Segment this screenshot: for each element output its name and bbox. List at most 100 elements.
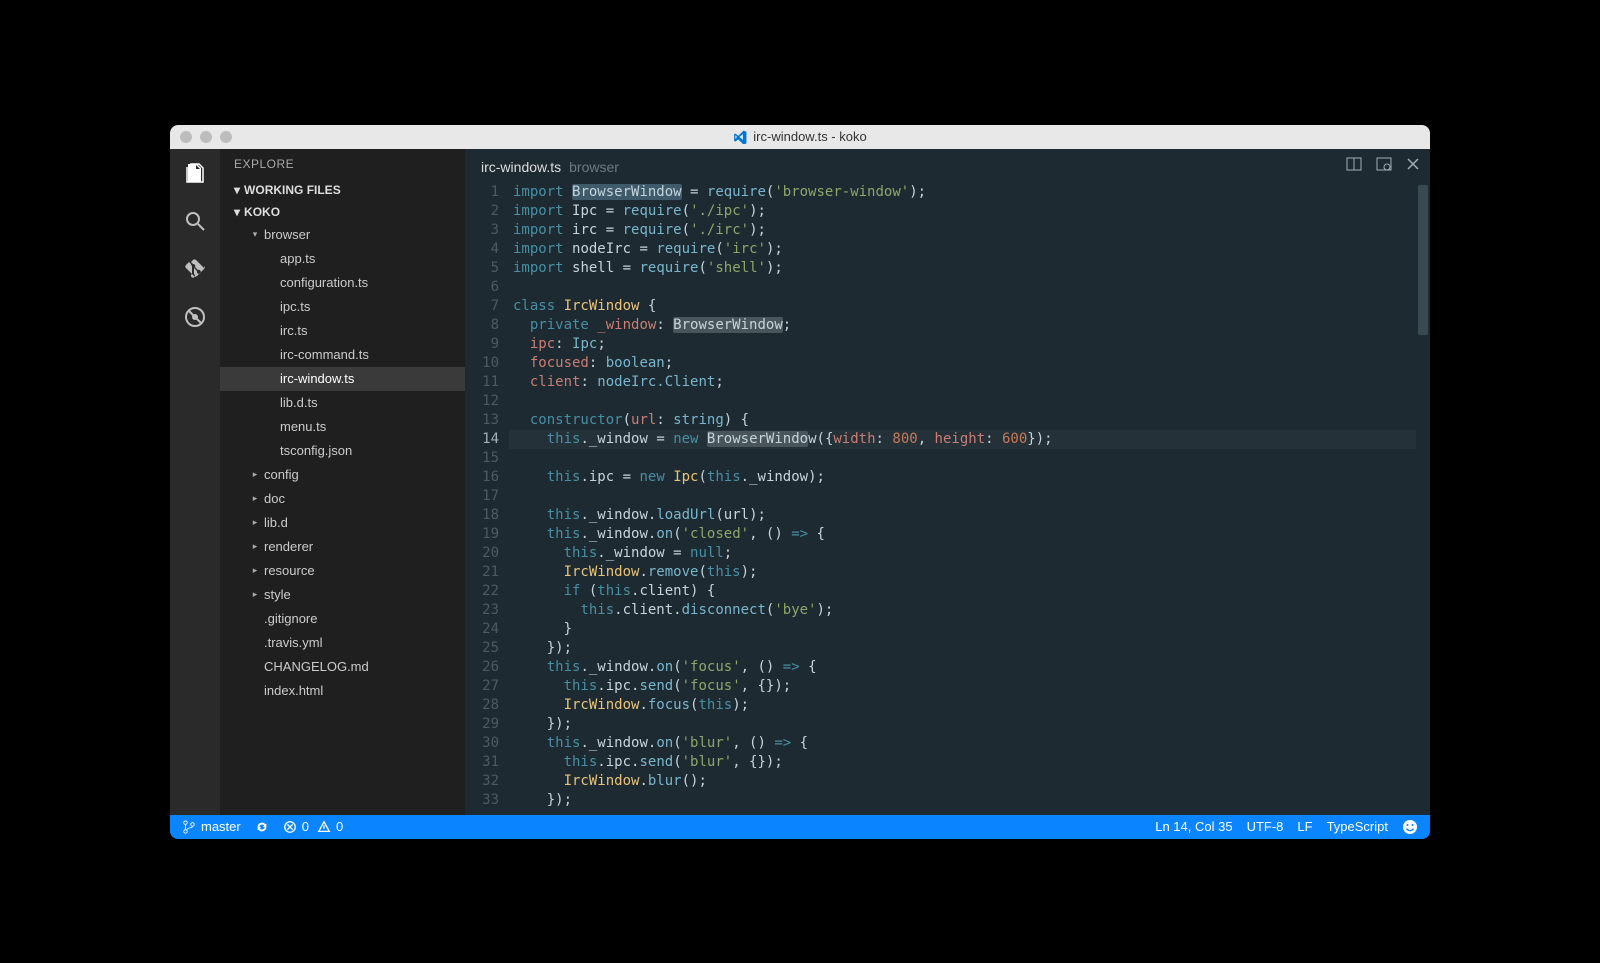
git-branch[interactable]: master [182, 819, 241, 834]
activity-bar [170, 149, 220, 815]
split-editor-icon[interactable] [1346, 156, 1362, 177]
folder-item[interactable]: ▸ resource [220, 559, 465, 583]
file-item[interactable]: menu.ts [220, 415, 465, 439]
sidebar: EXPLORE ▾ WORKING FILES ▾ KOKO ▾ browser a… [220, 149, 465, 815]
code-line[interactable]: if (this.client) { [509, 582, 1416, 601]
file-item[interactable]: tsconfig.json [220, 439, 465, 463]
tree-item-label: resource [264, 563, 315, 578]
code-line[interactable] [509, 449, 1416, 468]
code-line[interactable] [509, 278, 1416, 297]
tree-item-label: browser [264, 227, 310, 242]
file-item[interactable]: configuration.ts [220, 271, 465, 295]
tree-item-label: menu.ts [280, 419, 326, 434]
code-line[interactable]: import Ipc = require('./ipc'); [509, 202, 1416, 221]
language-mode[interactable]: TypeScript [1327, 819, 1388, 834]
chevron-down-icon: ▾ [234, 205, 240, 219]
tree-item-label: style [264, 587, 291, 602]
file-item[interactable]: lib.d.ts [220, 391, 465, 415]
code-line[interactable]: import BrowserWindow = require('browser-… [509, 183, 1416, 202]
code-line[interactable]: }); [509, 791, 1416, 810]
code-line[interactable] [509, 487, 1416, 506]
code-line[interactable]: this._window = new BrowserWindow({width:… [509, 430, 1416, 449]
git-icon[interactable] [181, 255, 209, 283]
status-bar: master 0 0 Ln 14, Col 35 UTF-8 LF TypeSc… [170, 815, 1430, 839]
code-line[interactable]: import nodeIrc = require('irc'); [509, 240, 1416, 259]
chevron-icon: ▾ [250, 229, 260, 240]
cursor-position[interactable]: Ln 14, Col 35 [1155, 819, 1232, 834]
editor: irc-window.ts browser 123456789101112131… [465, 149, 1430, 815]
code-line[interactable]: this.ipc.send('focus', {}); [509, 677, 1416, 696]
folder-item[interactable]: ▸style [220, 583, 465, 607]
folder-item[interactable]: ▸doc [220, 487, 465, 511]
code-line[interactable]: IrcWindow.blur(); [509, 772, 1416, 791]
file-item[interactable]: CHANGELOG.md [220, 655, 465, 679]
file-item[interactable]: irc-window.ts [220, 367, 465, 391]
code-content[interactable]: import BrowserWindow = require('browser-… [509, 179, 1416, 815]
code-line[interactable]: this.client.disconnect('bye'); [509, 601, 1416, 620]
code-line[interactable]: this._window.loadUrl(url); [509, 506, 1416, 525]
errors-count[interactable]: 0 [283, 819, 309, 834]
tab-filename: irc-window.ts [481, 159, 561, 175]
code-line[interactable]: this._window.on('blur', () => { [509, 734, 1416, 753]
debug-icon[interactable] [181, 303, 209, 331]
code-line[interactable]: private _window: BrowserWindow; [509, 316, 1416, 335]
explorer-title: EXPLORE [220, 149, 465, 179]
tree-item-label: doc [264, 491, 285, 506]
window-title: irc-window.ts - koko [170, 129, 1430, 144]
tree-item-label: .travis.yml [264, 635, 323, 650]
warnings-value: 0 [336, 819, 343, 834]
code-line[interactable]: class IrcWindow { [509, 297, 1416, 316]
tree-item-label: irc.ts [280, 323, 307, 338]
eol[interactable]: LF [1297, 819, 1312, 834]
code-line[interactable]: }); [509, 639, 1416, 658]
sync-icon[interactable] [255, 820, 269, 834]
code-line[interactable]: }); [509, 715, 1416, 734]
scrollbar-thumb[interactable] [1418, 185, 1428, 335]
encoding[interactable]: UTF-8 [1247, 819, 1284, 834]
code-line[interactable]: this.ipc.send('blur', {}); [509, 753, 1416, 772]
feedback-icon[interactable] [1402, 819, 1418, 835]
open-preview-icon[interactable] [1376, 156, 1392, 177]
file-item[interactable]: irc.ts [220, 319, 465, 343]
code-area[interactable]: 1234567891011121314151617181920212223242… [465, 179, 1430, 815]
file-item[interactable]: ipc.ts [220, 295, 465, 319]
code-line[interactable]: } [509, 620, 1416, 639]
code-line[interactable]: client: nodeIrc.Client; [509, 373, 1416, 392]
code-line[interactable] [509, 392, 1416, 411]
close-icon[interactable] [1406, 157, 1420, 176]
code-line[interactable]: constructor(url: string) { [509, 411, 1416, 430]
tab[interactable]: irc-window.ts browser [481, 159, 619, 175]
working-files-header[interactable]: ▾ WORKING FILES [220, 179, 465, 201]
code-line[interactable]: import shell = require('shell'); [509, 259, 1416, 278]
warnings-count[interactable]: 0 [317, 819, 343, 834]
code-line[interactable]: this._window.on('focus', () => { [509, 658, 1416, 677]
folder-item[interactable]: ▾ browser [220, 223, 465, 247]
code-line[interactable]: IrcWindow.focus(this); [509, 696, 1416, 715]
file-item[interactable]: .gitignore [220, 607, 465, 631]
tab-bar: irc-window.ts browser [465, 149, 1430, 179]
code-line[interactable]: ipc: Ipc; [509, 335, 1416, 354]
code-line[interactable]: this.ipc = new Ipc(this._window); [509, 468, 1416, 487]
file-tree[interactable]: ▾ browser app.tsconfiguration.tsipc.ts irc.… [220, 223, 465, 815]
explorer-icon[interactable] [181, 159, 209, 187]
file-item[interactable]: .travis.yml [220, 631, 465, 655]
vertical-scrollbar[interactable] [1416, 179, 1430, 815]
code-line[interactable]: this._window = null; [509, 544, 1416, 563]
code-line[interactable]: import irc = require('./irc'); [509, 221, 1416, 240]
code-line[interactable]: IrcWindow.remove(this); [509, 563, 1416, 582]
folder-item[interactable]: ▸config [220, 463, 465, 487]
code-line[interactable]: focused: boolean; [509, 354, 1416, 373]
project-label: KOKO [244, 205, 280, 219]
chevron-icon: ▸ [250, 565, 260, 576]
line-gutter: 1234567891011121314151617181920212223242… [465, 179, 509, 815]
search-icon[interactable] [181, 207, 209, 235]
file-item[interactable]: app.ts [220, 247, 465, 271]
folder-item[interactable]: ▸lib.d [220, 511, 465, 535]
main: EXPLORE ▾ WORKING FILES ▾ KOKO ▾ browser a… [170, 149, 1430, 815]
code-line[interactable]: this._window.on('closed', () => { [509, 525, 1416, 544]
folder-item[interactable]: ▸renderer [220, 535, 465, 559]
file-item[interactable]: irc-command.ts [220, 343, 465, 367]
file-item[interactable]: index.html [220, 679, 465, 703]
project-header[interactable]: ▾ KOKO [220, 201, 465, 223]
editor-actions [1346, 156, 1420, 177]
